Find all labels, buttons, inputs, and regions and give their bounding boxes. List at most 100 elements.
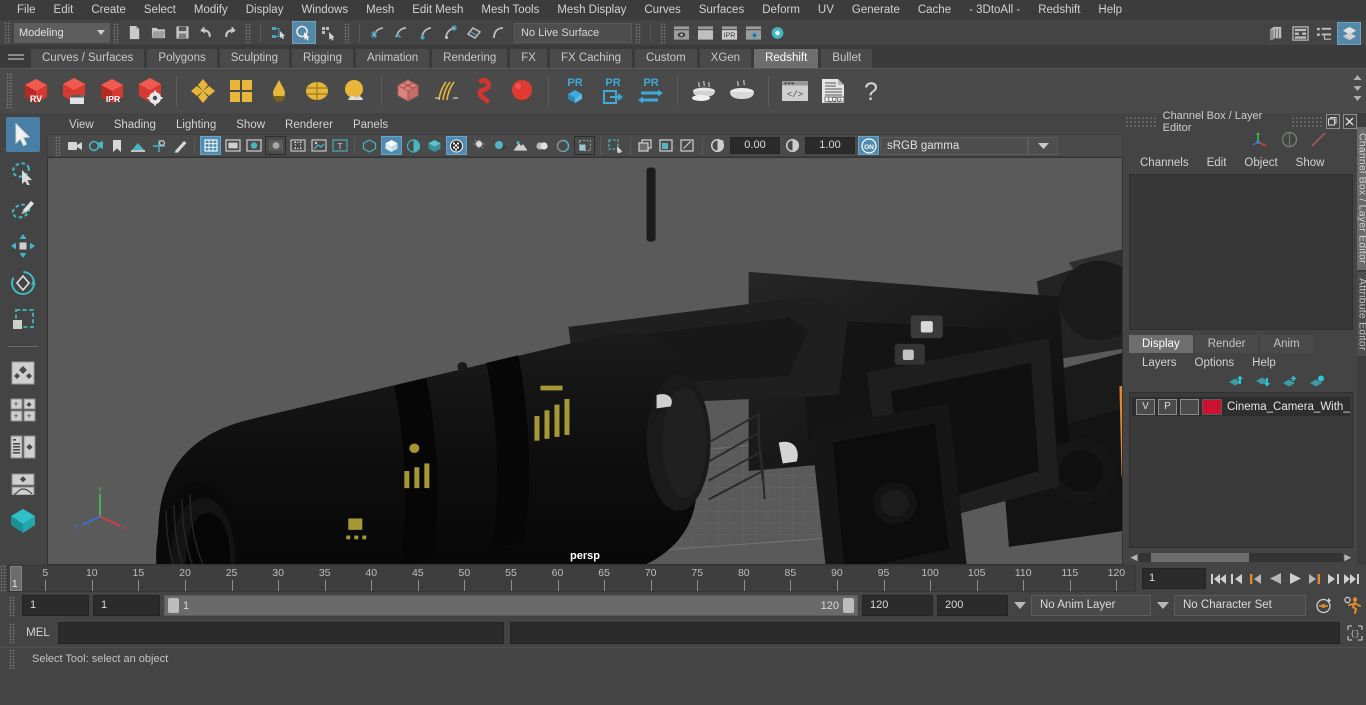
panel-menu-renderer[interactable]: Renderer xyxy=(275,119,343,131)
go-to-end-icon[interactable] xyxy=(1343,569,1360,589)
color-management-toggle[interactable]: ON xyxy=(858,136,879,155)
shelf-tab-redshift[interactable]: Redshift xyxy=(753,48,820,68)
shelf-tab-fx[interactable]: FX xyxy=(509,48,548,68)
depth-of-field-icon[interactable] xyxy=(553,137,572,154)
redshift-ipr-icon[interactable]: IPR xyxy=(94,72,130,110)
layer-row[interactable]: V P Cinema_Camera_With_ xyxy=(1132,397,1350,416)
gate-mask-icon[interactable] xyxy=(265,136,286,155)
shelf-tab-bullet[interactable]: Bullet xyxy=(820,48,874,68)
redshift-render-settings-icon[interactable] xyxy=(132,72,168,110)
shelf-grip[interactable] xyxy=(6,73,13,109)
smooth-shade-icon[interactable] xyxy=(381,136,402,155)
channel-box-icon[interactable] xyxy=(1337,22,1361,45)
shelf-tab-xgen[interactable]: XGen xyxy=(698,48,753,68)
shadows-icon[interactable] xyxy=(469,137,488,154)
redshift-pr-object-icon[interactable]: PR xyxy=(557,72,593,110)
select-camera-icon[interactable] xyxy=(65,137,84,154)
menu-3dtoall[interactable]: - 3DtoAll - xyxy=(960,0,1029,20)
gray-circle-icon[interactable] xyxy=(1281,131,1298,151)
auto-keyframe-icon[interactable] xyxy=(1310,595,1336,617)
snap-point-icon[interactable] xyxy=(415,22,437,43)
script-editor-icon[interactable]: {} xyxy=(1344,623,1366,643)
vtab-channel-box-layer-editor[interactable]: Channel Box / Layer Editor xyxy=(1356,127,1366,270)
redo-icon[interactable] xyxy=(219,22,241,43)
move-tool-button[interactable] xyxy=(6,228,40,263)
safe-action-icon[interactable] xyxy=(309,137,328,154)
xray-joints-icon[interactable] xyxy=(636,137,655,154)
shelf-tab-fx-caching[interactable]: FX Caching xyxy=(548,48,634,68)
live-surface-field[interactable]: No Live Surface xyxy=(514,22,632,43)
new-scene-icon[interactable] xyxy=(123,22,145,43)
menu-cache[interactable]: Cache xyxy=(909,0,960,20)
lasso-select-tool-button[interactable] xyxy=(6,154,40,189)
view-clipping-icon[interactable] xyxy=(678,137,697,154)
shelf-tab-animation[interactable]: Animation xyxy=(355,48,431,68)
shelf-tab-polygons[interactable]: Polygons xyxy=(146,48,218,68)
play-forwards-icon[interactable] xyxy=(1286,569,1303,589)
command-language-label[interactable]: MEL xyxy=(18,627,58,639)
shelf-scroll-down-icon[interactable] xyxy=(1350,83,1364,93)
scale-tool-button[interactable] xyxy=(6,302,40,337)
menu-help[interactable]: Help xyxy=(1089,0,1131,20)
channel-box-menu-object[interactable]: Object xyxy=(1235,157,1286,169)
panel-menu-show[interactable]: Show xyxy=(226,119,275,131)
redshift-pr-export-icon[interactable]: PR xyxy=(595,72,631,110)
command-input[interactable] xyxy=(58,622,504,644)
step-back-keyframe-icon[interactable] xyxy=(1229,569,1246,589)
menu-mesh-tools[interactable]: Mesh Tools xyxy=(472,0,548,20)
layer-menu-layers[interactable]: Layers xyxy=(1133,357,1186,369)
xray-active-components-icon[interactable] xyxy=(657,137,676,154)
tool-settings-icon[interactable] xyxy=(1313,23,1335,44)
exposure-field[interactable]: 0.00 xyxy=(730,137,780,154)
redshift-bake-icon[interactable] xyxy=(686,72,722,110)
range-start-field[interactable]: 1 xyxy=(93,595,160,616)
layer-tab-display[interactable]: Display xyxy=(1129,335,1193,353)
scroll-left-icon[interactable]: ◀ xyxy=(1129,552,1139,563)
redshift-help-icon[interactable]: ? xyxy=(853,72,889,110)
current-time-marker[interactable]: 1 xyxy=(10,566,22,591)
time-slider-grip[interactable] xyxy=(0,565,7,592)
scroll-track[interactable] xyxy=(1139,553,1343,562)
anim-start-field[interactable]: 1 xyxy=(22,595,89,616)
help-line-grip[interactable] xyxy=(9,649,15,669)
grease-pencil-icon[interactable] xyxy=(170,137,189,154)
dock-drag-handle-left[interactable] xyxy=(1125,116,1157,127)
rotate-tool-button[interactable] xyxy=(6,265,40,300)
undo-icon[interactable] xyxy=(195,22,217,43)
dock-drag-handle-right[interactable] xyxy=(1290,116,1323,127)
xray-icon[interactable] xyxy=(606,137,625,154)
menu-file[interactable]: File xyxy=(8,0,45,20)
image-plane-icon[interactable] xyxy=(128,137,147,154)
redshift-environment-icon[interactable] xyxy=(299,72,335,110)
redshift-rv-sequence-icon[interactable] xyxy=(56,72,92,110)
layout-hypershade-button[interactable] xyxy=(6,503,40,538)
redshift-rv-icon[interactable]: RV xyxy=(18,72,54,110)
scroll-thumb[interactable] xyxy=(1151,553,1249,562)
range-bar[interactable]: 1 120 xyxy=(164,595,858,616)
range-start-handle[interactable] xyxy=(168,598,179,613)
range-end-field[interactable]: 120 xyxy=(862,595,933,616)
safe-title-icon[interactable]: T xyxy=(330,137,349,154)
panel-menu-shading[interactable]: Shading xyxy=(104,119,166,131)
new-layer-icon[interactable] xyxy=(1282,375,1298,391)
paint-select-tool-button[interactable] xyxy=(6,191,40,226)
shelf-scroll-up-icon[interactable] xyxy=(1350,72,1364,82)
menu-uv[interactable]: UV xyxy=(809,0,843,20)
character-set-field[interactable]: No Character Set xyxy=(1174,595,1306,616)
open-scene-icon[interactable] xyxy=(147,22,169,43)
menu-mesh[interactable]: Mesh xyxy=(357,0,403,20)
panel-menu-view[interactable]: View xyxy=(59,119,104,131)
select-object-icon[interactable] xyxy=(292,21,316,44)
layer-shading-toggle[interactable] xyxy=(1180,398,1199,415)
gamma-icon[interactable] xyxy=(783,137,802,154)
bookmark-icon[interactable] xyxy=(107,137,126,154)
grid-icon[interactable] xyxy=(200,136,221,155)
channel-box-content[interactable] xyxy=(1129,174,1353,330)
ipr-render-icon[interactable]: IPR xyxy=(718,22,740,43)
resolution-gate-icon[interactable] xyxy=(244,137,263,154)
anim-end-field[interactable]: 200 xyxy=(937,595,1008,616)
redshift-volume-icon[interactable] xyxy=(466,72,502,110)
layer-visibility-toggle[interactable]: V xyxy=(1136,398,1155,415)
character-set-dropdown-icon[interactable] xyxy=(1155,598,1170,614)
attribute-editor-icon[interactable] xyxy=(1289,23,1311,44)
